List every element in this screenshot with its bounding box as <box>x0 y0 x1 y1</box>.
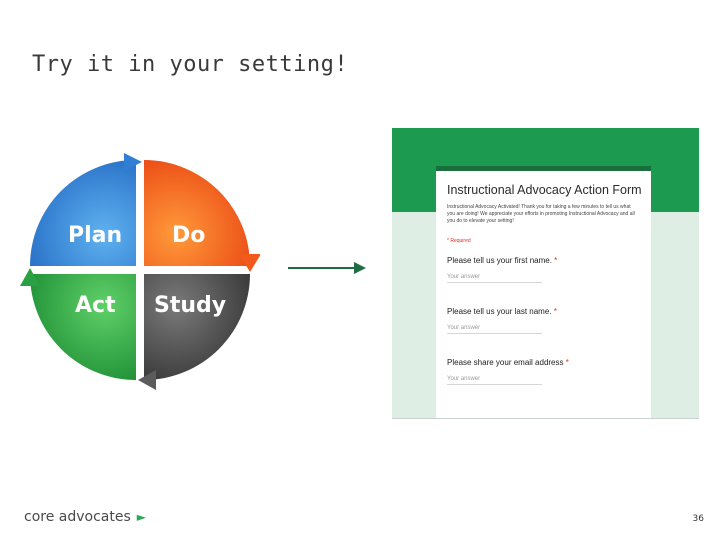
required-note: * Required <box>447 238 471 244</box>
form-screenshot: Instructional Advocacy Action Form Instr… <box>392 128 699 419</box>
first-name-question-label: Please tell us your first name. <box>447 256 552 265</box>
do-quadrant <box>144 160 250 266</box>
first-name-question: Please tell us your first name. * <box>447 256 558 265</box>
email-question: Please share your email address * <box>447 358 569 367</box>
do-label: Do <box>172 223 205 248</box>
last-name-question: Please tell us your last name. * <box>447 307 557 316</box>
form-description: Instructional Advocacy Activated! Thank … <box>447 204 635 224</box>
email-input[interactable]: Your answer <box>447 376 542 385</box>
pdsa-cycle-diagram: Plan Do Act Study <box>20 153 260 390</box>
plan-quadrant <box>30 160 136 266</box>
plan-label: Plan <box>68 223 122 248</box>
form-card: Instructional Advocacy Action Form Instr… <box>436 166 651 418</box>
brand-logo: core advocates ► <box>24 509 146 525</box>
act-quadrant <box>30 274 136 380</box>
last-name-input[interactable]: Your answer <box>447 325 542 334</box>
study-label: Study <box>154 293 226 318</box>
study-quadrant <box>144 274 250 380</box>
slide-title: Try it in your setting! <box>32 52 349 77</box>
form-title: Instructional Advocacy Action Form <box>447 183 642 197</box>
play-arrow-icon: ► <box>136 510 146 524</box>
first-name-input[interactable]: Your answer <box>447 274 542 283</box>
page-number: 36 <box>692 514 704 524</box>
brand-name: core advocates <box>24 509 131 525</box>
right-arrow-icon <box>288 262 366 274</box>
last-name-question-label: Please tell us your last name. <box>447 307 552 316</box>
email-question-label: Please share your email address <box>447 358 564 367</box>
act-label: Act <box>75 293 116 318</box>
